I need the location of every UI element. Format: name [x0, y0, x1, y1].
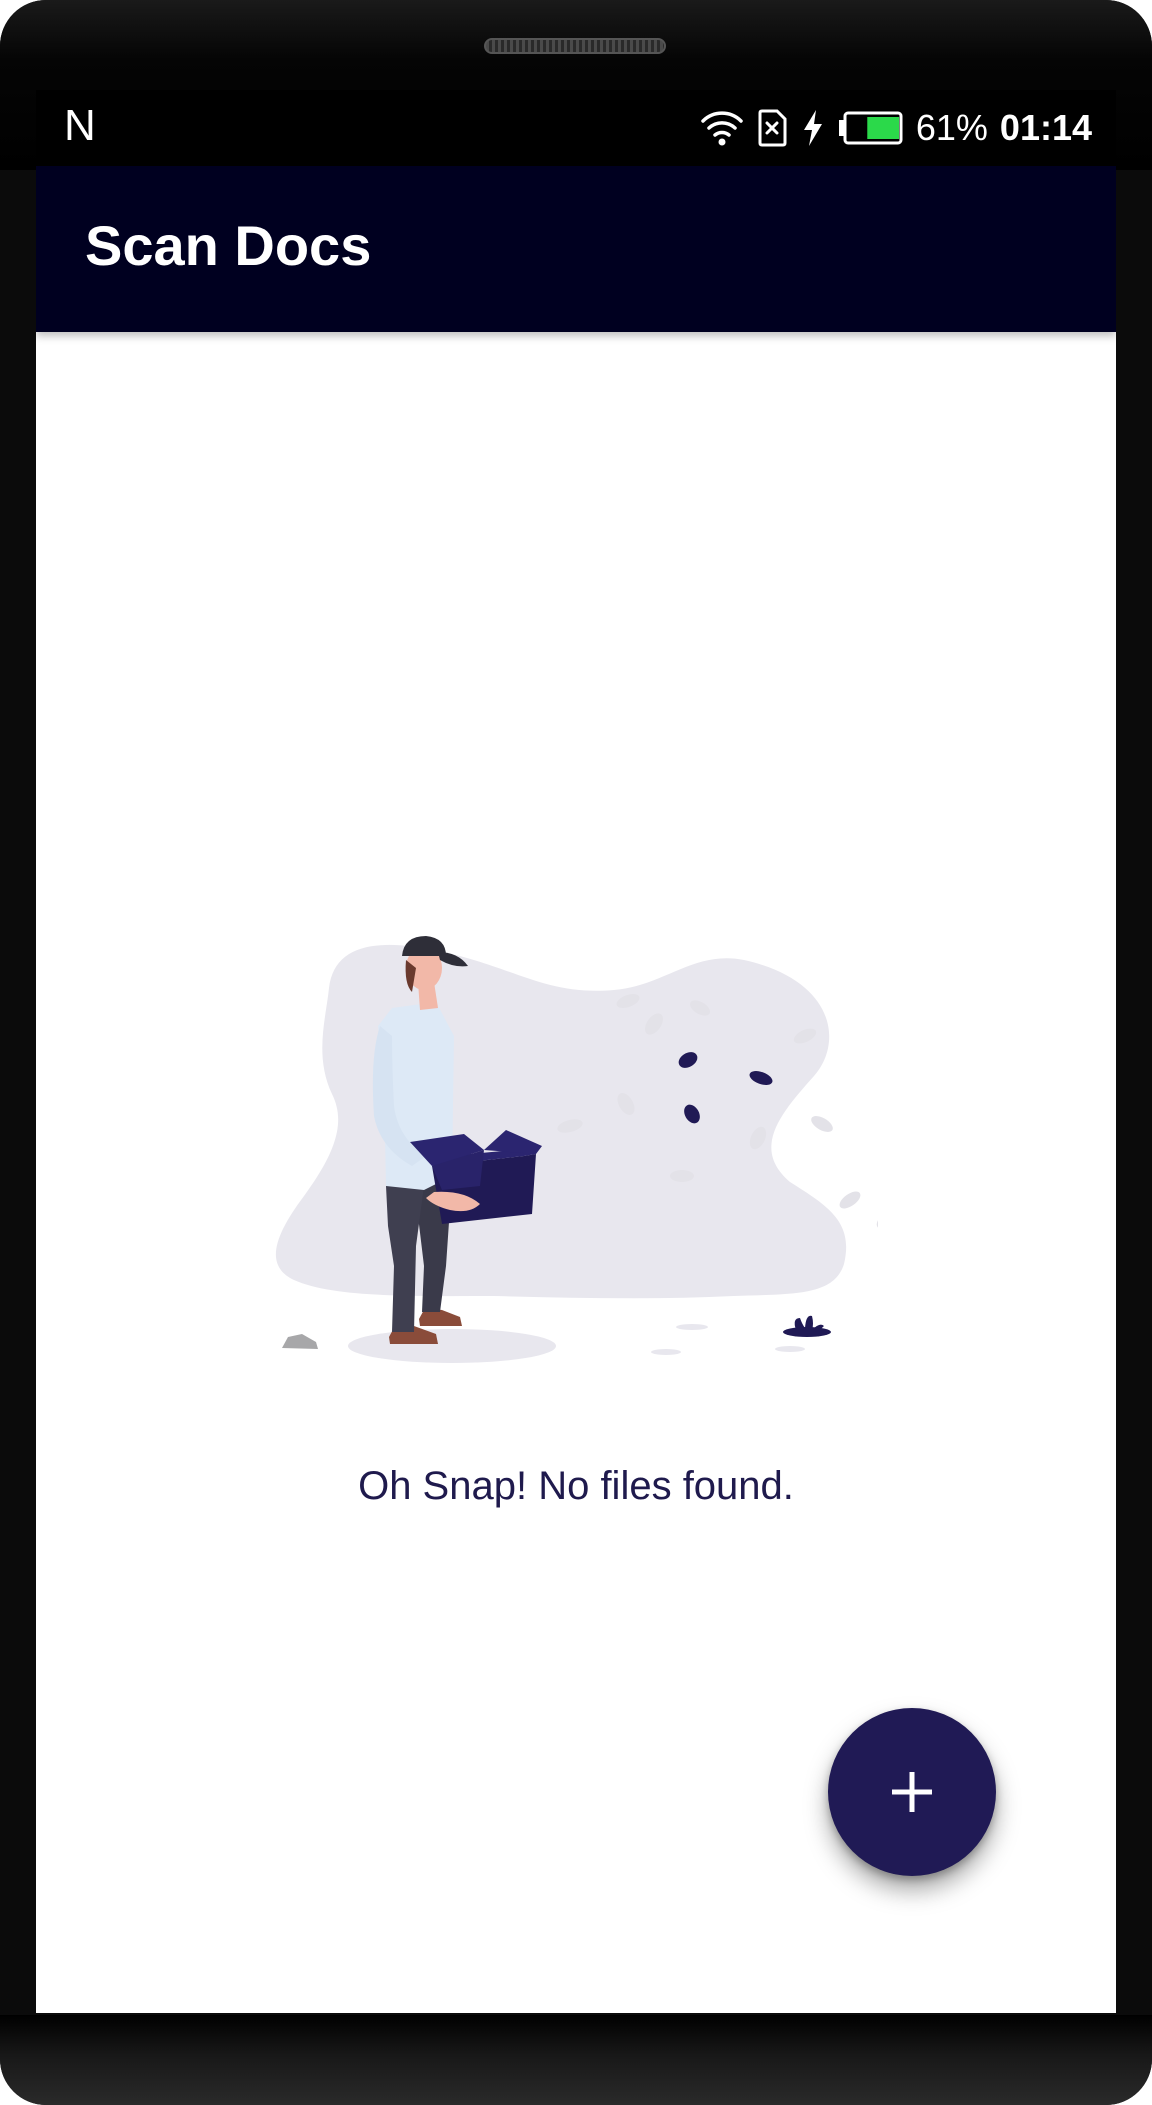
battery-icon [838, 108, 904, 148]
empty-state-illustration [275, 936, 878, 1363]
sim-no-card-icon [756, 108, 788, 148]
empty-state-message: Oh Snap! No files found. [358, 1464, 794, 1508]
battery-percent: 61% [915, 107, 988, 148]
status-icons: 61% 01:14 [700, 104, 1092, 152]
charging-bolt-icon [800, 108, 826, 148]
phone-frame: N 61% 01:14 Scan Docs Oh Snap! No files … [0, 0, 1152, 2105]
earpiece-speaker [484, 38, 666, 54]
rock [282, 1334, 318, 1349]
app-bar: Scan Docs [36, 166, 1116, 332]
plus-icon [892, 1772, 932, 1812]
clock: 01:14 [999, 107, 1092, 148]
status-bar: N 61% 01:14 [36, 90, 1116, 166]
screen: N 61% 01:14 Scan Docs Oh Snap! No files … [36, 90, 1116, 2013]
person-shadow [348, 1329, 556, 1363]
wifi-icon [700, 108, 744, 148]
notification-n-icon: N [64, 101, 96, 150]
battery-fill [867, 117, 899, 139]
add-document-button[interactable] [828, 1708, 996, 1876]
app-title: Scan Docs [85, 214, 372, 277]
phone-bottom-bezel [0, 2015, 1152, 2105]
background-blob [275, 944, 847, 1299]
